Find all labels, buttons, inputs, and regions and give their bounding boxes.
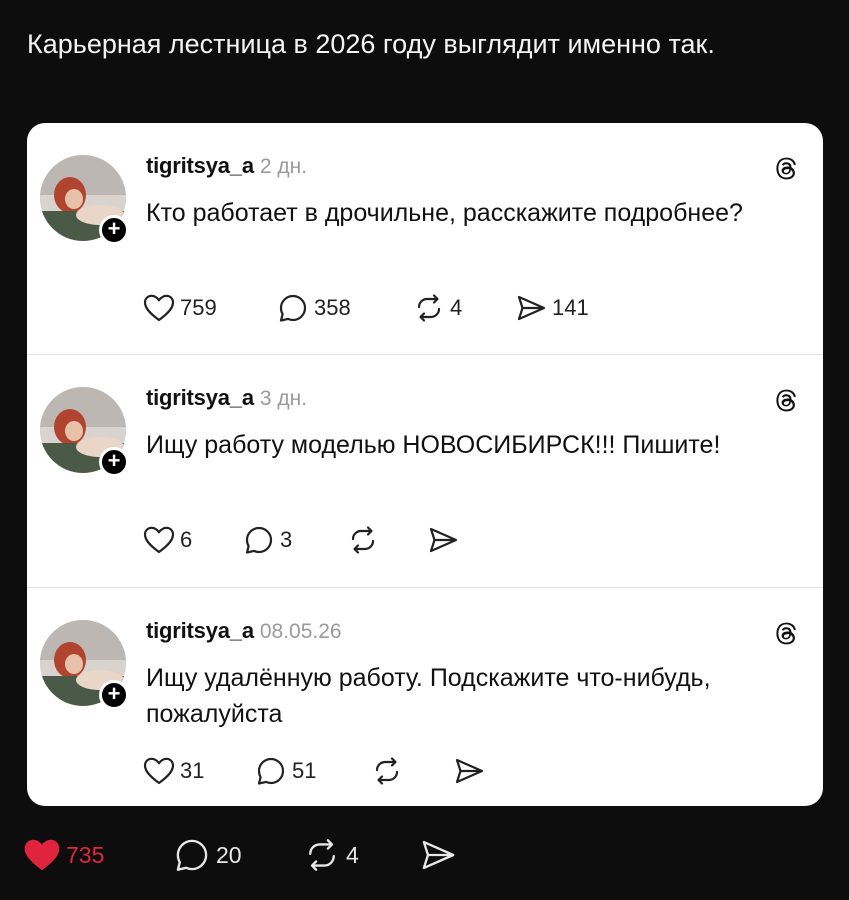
post-time: 08.05.26 (259, 620, 342, 643)
repost-icon (417, 294, 441, 322)
repost-count: 4 (346, 841, 359, 868)
send-icon (422, 840, 455, 870)
like-count: 31 (180, 758, 205, 783)
comment-button[interactable]: 51 (254, 754, 316, 788)
repost-count: 4 (450, 295, 463, 320)
comment-bubble-icon (176, 839, 208, 871)
follow-plus-icon[interactable]: + (99, 680, 129, 710)
repost-button[interactable] (370, 754, 404, 788)
comment-bubble-icon (257, 757, 285, 785)
share-count: 141 (552, 295, 589, 320)
username[interactable]: tigritsya_a (146, 153, 254, 178)
heart-icon (143, 757, 175, 785)
heart-icon (24, 839, 60, 870)
comment-bubble-icon (279, 294, 307, 322)
share-button[interactable]: 141 (514, 291, 589, 325)
comment-count: 3 (280, 527, 293, 552)
like-count: 759 (180, 295, 217, 320)
threads-logo-icon (776, 622, 796, 645)
follow-plus-icon[interactable]: + (99, 215, 129, 245)
post-header: tigritsya_a 2 дн. (146, 153, 307, 179)
share-button[interactable] (452, 754, 486, 788)
repost-button[interactable]: 4 (302, 838, 359, 872)
post-text: Ищу удалённую работу. Подскажите что-ниб… (146, 664, 711, 728)
threads-logo-icon (776, 389, 796, 412)
comment-button[interactable]: 3 (242, 523, 292, 557)
post-caption: Карьерная лестница в 2026 году выглядит … (27, 29, 715, 59)
thread-post: + tigritsya_a 2 дн. Кто работает в дрочил… (27, 123, 823, 355)
like-button[interactable]: 6 (142, 523, 192, 557)
threads-logo-icon (776, 157, 796, 180)
send-icon (429, 527, 458, 553)
username[interactable]: tigritsya_a (146, 618, 254, 643)
send-icon (517, 295, 546, 321)
post-time: 3 дн. (259, 387, 308, 410)
post-time: 2 дн. (259, 155, 308, 178)
post-text: Ищу работу моделью НОВОСИБИРСК!!! Пишите… (146, 431, 721, 459)
comment-count: 358 (314, 295, 351, 320)
like-count: 735 (66, 841, 105, 868)
post-text: Кто работает в дрочильне, расскажите под… (146, 199, 743, 227)
repost-icon (375, 757, 399, 785)
comment-count: 20 (216, 841, 242, 868)
follow-plus-icon[interactable]: + (99, 447, 129, 477)
like-button[interactable]: 31 (142, 754, 204, 788)
username[interactable]: tigritsya_a (146, 385, 254, 410)
repost-icon (309, 839, 335, 871)
post-header: tigritsya_a 08.05.26 (146, 618, 342, 644)
like-button[interactable]: 759 (142, 291, 217, 325)
share-button[interactable] (418, 838, 458, 872)
heart-icon (143, 526, 175, 554)
share-button[interactable] (426, 523, 460, 557)
repost-button[interactable] (346, 523, 380, 557)
comment-button[interactable]: 20 (172, 838, 242, 872)
thread-post: + tigritsya_a 08.05.26 Ищу удалённую рабо… (27, 588, 823, 806)
thread-post: + tigritsya_a 3 дн. Ищу работу моделью НО… (27, 355, 823, 588)
embedded-threads-screenshot: + tigritsya_a 2 дн. Кто работает в дрочил… (27, 123, 823, 806)
like-button[interactable]: 735 (22, 838, 104, 872)
send-icon (455, 758, 484, 784)
comment-bubble-icon (245, 526, 273, 554)
post-header: tigritsya_a 3 дн. (146, 385, 307, 411)
comment-count: 51 (292, 758, 317, 783)
heart-icon (143, 294, 175, 322)
like-count: 6 (180, 527, 193, 552)
comment-button[interactable]: 358 (276, 291, 351, 325)
repost-icon (351, 526, 375, 554)
repost-button[interactable]: 4 (412, 291, 462, 325)
